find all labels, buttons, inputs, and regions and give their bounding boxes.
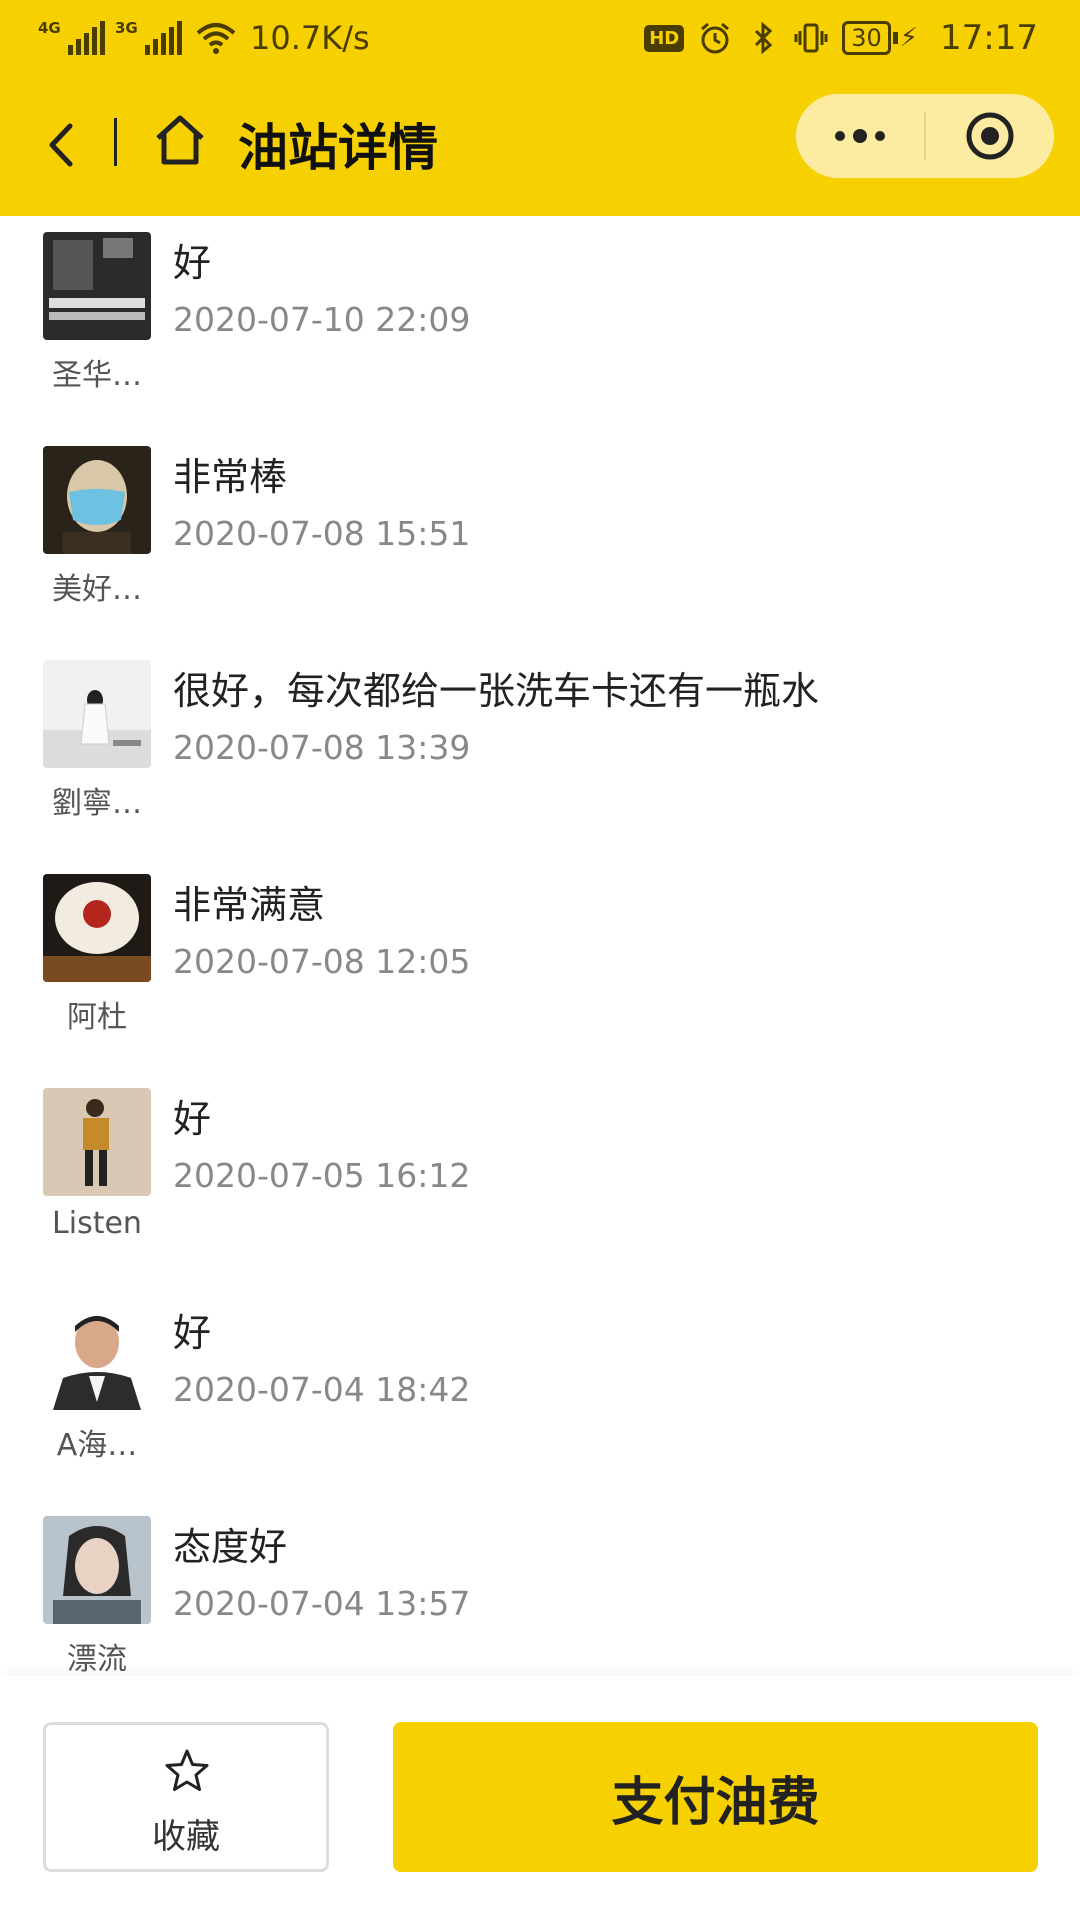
back-arrow-icon[interactable] — [40, 118, 84, 172]
user-name: 圣华… — [52, 358, 142, 393]
comment-time: 2020-07-10 22:09 — [173, 300, 471, 339]
battery-level: 30 — [842, 21, 891, 55]
wifi-icon — [196, 23, 236, 54]
comment-text: 好 — [173, 1097, 212, 1141]
comment-time: 2020-07-08 13:39 — [173, 728, 471, 767]
comment-text: 好 — [173, 1311, 212, 1355]
nav-divider — [114, 118, 117, 166]
comment-text: 非常满意 — [173, 883, 326, 927]
avatar[interactable] — [43, 1516, 151, 1624]
nav-bar: 油站详情 — [0, 90, 1080, 200]
vibrate-icon — [794, 23, 828, 53]
app-page: 4G 3G 10.7K/s HD 30 ⚡ 17:17 油站详情 好 2020-… — [0, 0, 1080, 1920]
comment-text: 很好，每次都给一张洗车卡还有一瓶水 — [173, 669, 820, 713]
pay-fuel-button[interactable]: 支付油费 — [393, 1722, 1038, 1872]
star-icon — [165, 1749, 209, 1791]
avatar[interactable] — [43, 446, 151, 554]
comment-item: 态度好 2020-07-04 13:57 漂流 — [0, 1500, 1080, 1676]
status-left: 4G 3G 10.7K/s — [38, 19, 370, 57]
favorite-label: 收藏 — [152, 1817, 220, 1857]
clock: 17:17 — [940, 18, 1038, 58]
signal-3g-icon: 3G — [115, 19, 182, 55]
comment-item: 非常棒 2020-07-08 15:51 美好… — [0, 430, 1080, 644]
status-right: HD 30 ⚡ 17:17 — [644, 18, 1038, 58]
user-name: A海… — [56, 1428, 138, 1463]
user-name: 漂流 — [67, 1642, 127, 1676]
home-icon[interactable] — [152, 112, 208, 168]
signal-4g-label: 4G — [38, 19, 61, 37]
favorite-button[interactable]: 收藏 — [43, 1722, 329, 1872]
comment-list[interactable]: 好 2020-07-10 22:09 圣华… 非常棒 2020-07-08 15… — [0, 216, 1080, 1676]
avatar[interactable] — [43, 660, 151, 768]
comment-time: 2020-07-08 12:05 — [173, 942, 471, 981]
signal-4g-icon: 4G — [38, 19, 105, 55]
user-name: 阿杜 — [67, 1000, 127, 1035]
status-bar: 4G 3G 10.7K/s HD 30 ⚡ 17:17 — [0, 0, 1080, 76]
comment-time: 2020-07-04 18:42 — [173, 1370, 471, 1409]
avatar[interactable] — [43, 1302, 151, 1410]
user-name: Listen — [52, 1206, 142, 1241]
avatar[interactable] — [43, 232, 151, 340]
user-name: 劉寧… — [52, 786, 142, 821]
comment-text: 好 — [173, 241, 212, 285]
network-speed: 10.7K/s — [250, 19, 370, 57]
signal-3g-label: 3G — [115, 19, 138, 37]
comment-time: 2020-07-08 15:51 — [173, 514, 471, 553]
battery-icon: 30 ⚡ — [842, 21, 918, 55]
more-options-icon[interactable] — [796, 94, 924, 178]
comment-time: 2020-07-05 16:12 — [173, 1156, 471, 1195]
comment-item: 非常满意 2020-07-08 12:05 阿杜 — [0, 858, 1080, 1072]
page-title: 油站详情 — [238, 119, 438, 177]
alarm-icon — [701, 22, 730, 54]
mini-program-capsule — [796, 94, 1054, 178]
hd-icon: HD — [644, 24, 685, 52]
close-miniprogram-icon[interactable] — [926, 94, 1054, 178]
header: 4G 3G 10.7K/s HD 30 ⚡ 17:17 油站详情 — [0, 0, 1080, 216]
comment-text: 态度好 — [173, 1525, 288, 1569]
comment-item: 很好，每次都给一张洗车卡还有一瓶水 2020-07-08 13:39 劉寧… — [0, 644, 1080, 858]
comment-text: 非常棒 — [173, 455, 288, 499]
user-name: 美好… — [52, 572, 142, 607]
bottom-action-bar: 收藏 支付油费 — [0, 1676, 1080, 1920]
comment-item: 好 2020-07-10 22:09 圣华… — [0, 216, 1080, 430]
avatar[interactable] — [43, 1088, 151, 1196]
comment-time: 2020-07-04 13:57 — [173, 1584, 471, 1623]
bluetooth-icon — [755, 21, 773, 55]
comment-item: 好 2020-07-05 16:12 Listen — [0, 1072, 1080, 1286]
comment-item: 好 2020-07-04 18:42 A海… — [0, 1286, 1080, 1500]
avatar[interactable] — [43, 874, 151, 982]
